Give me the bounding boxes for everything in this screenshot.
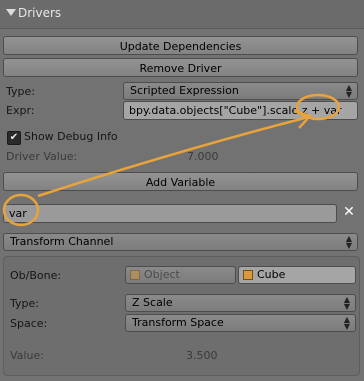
transform-type-value: Z Scale	[132, 296, 173, 309]
show-debug-checkbox[interactable]: ✔	[7, 131, 21, 145]
dropdown-arrows-icon: ▲ ▼	[345, 234, 352, 250]
dropdown-arrows-icon: ▲ ▼	[345, 83, 352, 99]
remove-driver-button[interactable]: Remove Driver	[3, 58, 358, 77]
variable-value-label: Value:	[10, 349, 44, 362]
object-field[interactable]: Cube	[238, 266, 356, 284]
variable-value: 3.500	[186, 349, 218, 362]
space-value: Transform Space	[132, 316, 224, 329]
dropdown-arrows-icon: ▲ ▼	[343, 295, 350, 311]
driver-value: 7.000	[187, 150, 219, 163]
transform-type-dropdown[interactable]: Z Scale ▲ ▼	[125, 294, 356, 312]
drivers-panel: Drivers Update Dependencies Remove Drive…	[0, 0, 364, 381]
space-dropdown[interactable]: Transform Space ▲ ▼	[125, 314, 356, 332]
cube-icon	[243, 270, 253, 280]
collapse-triangle-icon[interactable]	[6, 9, 16, 16]
driver-type-label: Type:	[6, 85, 35, 98]
variable-type-dropdown[interactable]: Transform Channel ▲ ▼	[3, 233, 358, 251]
object-value: Cube	[257, 268, 286, 281]
panel-title: Drivers	[18, 6, 62, 20]
update-dependencies-button[interactable]: Update Dependencies	[3, 36, 358, 55]
expr-label: Expr:	[6, 104, 35, 117]
panel-header[interactable]: Drivers	[0, 0, 364, 29]
variable-name-input[interactable]: var	[3, 204, 337, 223]
variable-type-value: Transform Channel	[10, 235, 114, 248]
space-label: Space:	[10, 317, 48, 330]
show-debug-label: Show Debug Info	[24, 130, 118, 143]
expr-input[interactable]: bpy.data.objects["Cube"].scale.z + var	[123, 101, 358, 120]
dropdown-arrows-icon: ▲ ▼	[343, 315, 350, 331]
object-type-selector[interactable]: Object	[125, 266, 236, 284]
add-variable-button[interactable]: Add Variable	[3, 172, 358, 191]
object-placeholder: Object	[144, 268, 180, 281]
driver-type-dropdown[interactable]: Scripted Expression ▲ ▼	[123, 82, 358, 100]
transform-type-label: Type:	[10, 297, 39, 310]
driver-type-value: Scripted Expression	[130, 84, 239, 97]
obbone-label: Ob/Bone:	[10, 269, 62, 282]
cube-icon	[130, 270, 140, 280]
remove-variable-close-icon[interactable]: ✕	[342, 205, 356, 219]
driver-value-label: Driver Value:	[6, 150, 78, 163]
